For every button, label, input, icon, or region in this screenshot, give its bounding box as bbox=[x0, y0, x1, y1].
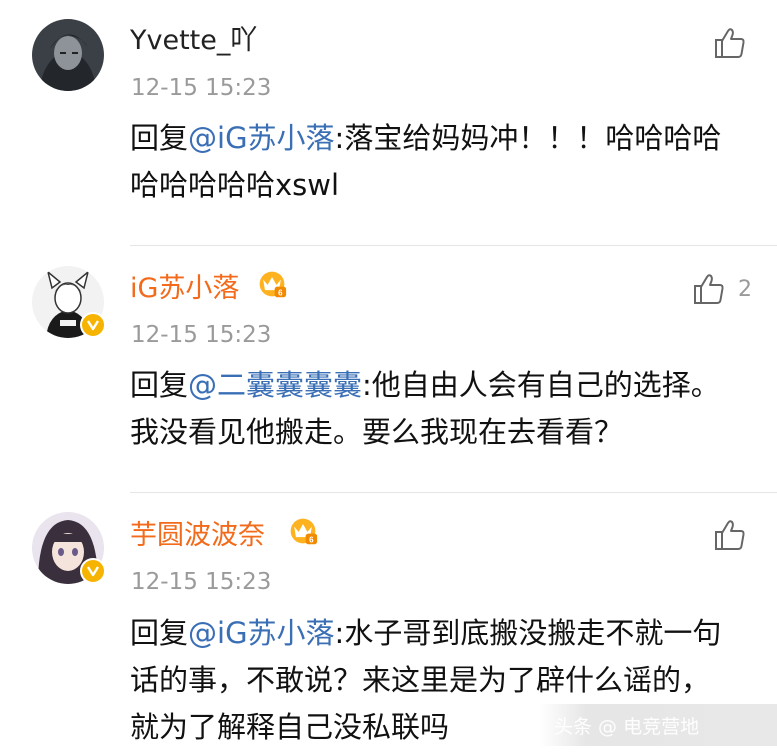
mention-link[interactable]: @iG苏小落 bbox=[188, 616, 335, 650]
avatar[interactable] bbox=[32, 512, 106, 584]
svg-text:6: 6 bbox=[309, 535, 314, 544]
username[interactable]: 芋圆波波奈 bbox=[130, 519, 265, 553]
like-button[interactable] bbox=[713, 518, 747, 552]
timestamp: 12-15 15:23 bbox=[131, 569, 272, 595]
reply-prefix: 回复 bbox=[130, 616, 189, 650]
verified-icon bbox=[86, 566, 100, 577]
vip-crown-icon: 6 bbox=[290, 518, 318, 544]
verified-badge bbox=[80, 558, 106, 584]
watermark: 头条 @ 电竞营地 bbox=[540, 704, 777, 746]
comment-item: 芋圆波波奈 6 12-15 15:23 回复@iG苏小落:水子哥到底搬没搬走不就… bbox=[0, 0, 777, 752]
thumbs-up-icon bbox=[715, 520, 745, 550]
